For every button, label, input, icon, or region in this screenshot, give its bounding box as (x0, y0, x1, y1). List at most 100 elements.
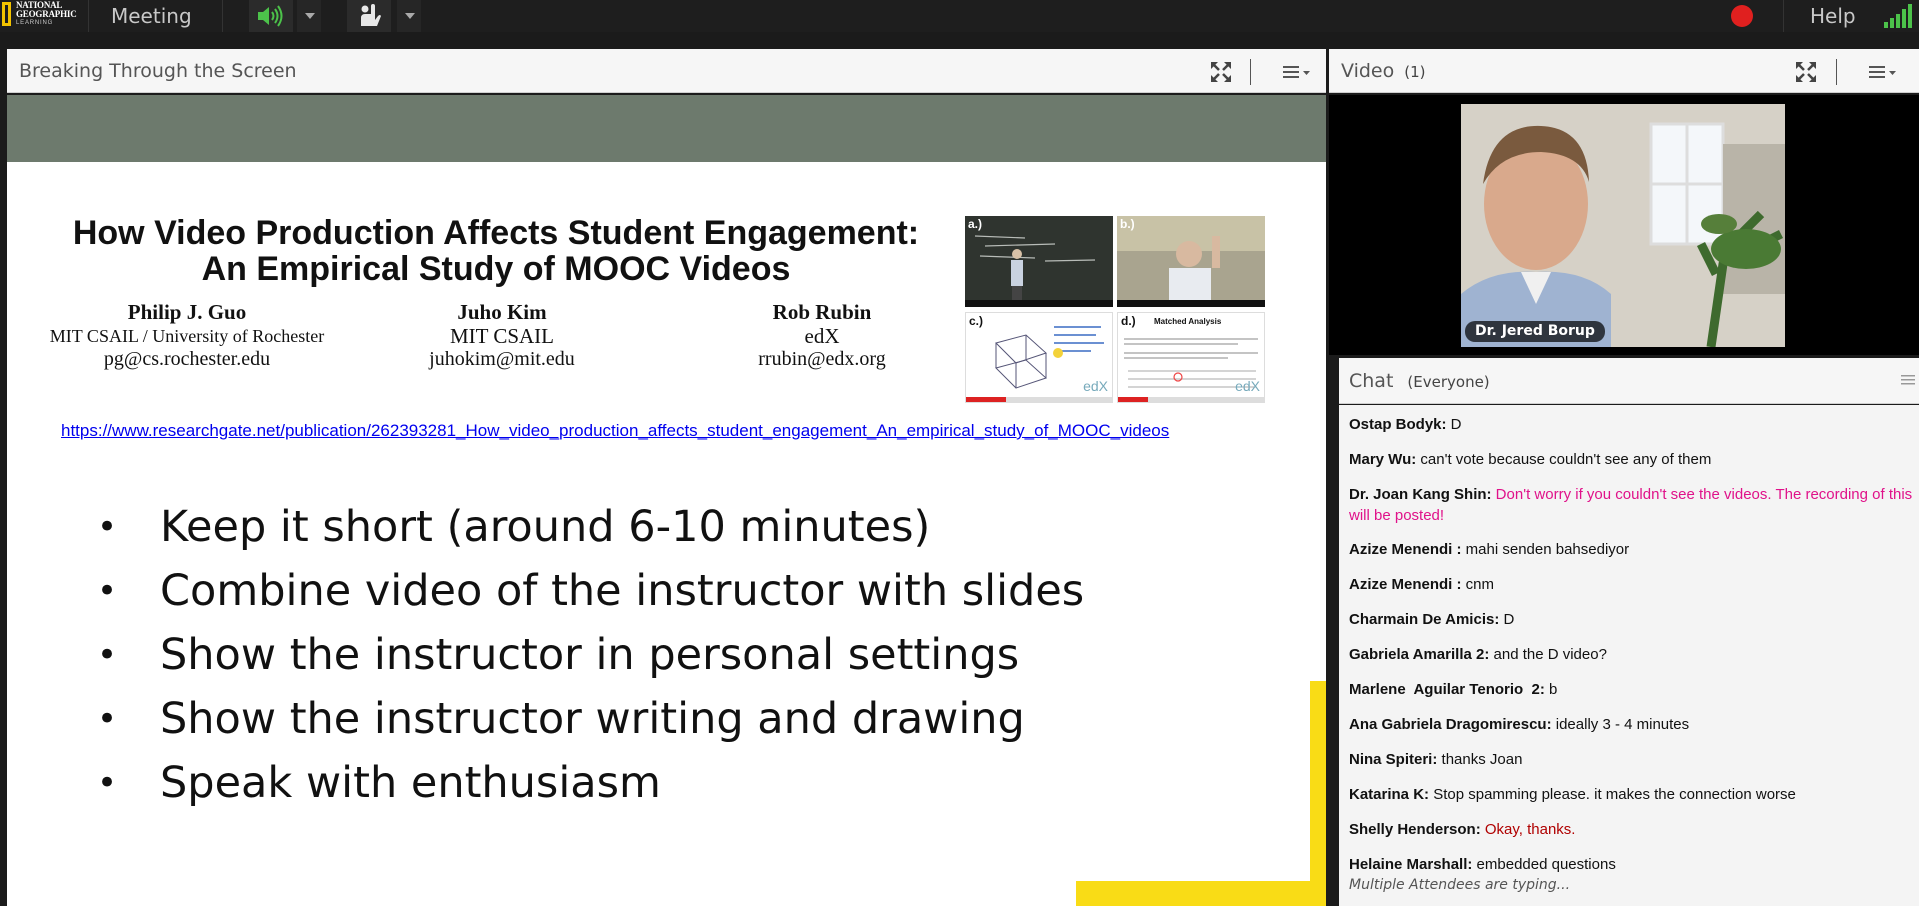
chat-sender: Dr. Joan Kang Shin: (1349, 486, 1492, 503)
meeting-menu[interactable]: Meeting (111, 4, 192, 28)
bullet-item: Show the instructor writing and drawing (97, 687, 1084, 751)
raise-hand-button[interactable] (347, 0, 391, 32)
logo-line-2: GEOGRAPHIC (16, 9, 77, 19)
connection-signal-icon (1884, 4, 1914, 28)
author-affiliation: MIT CSAIL / University of Rochester (49, 326, 325, 346)
chat-sender: Charmain De Amicis: (1349, 611, 1500, 628)
video-count: (1) (1404, 63, 1426, 81)
thumbnail-label: b.) (1120, 217, 1135, 231)
thumbnail-label: c.) (969, 314, 984, 328)
thumbnail-d: d.) Matched Analysis edX (1117, 312, 1265, 403)
chat-pod-title-text: Chat (1349, 370, 1394, 392)
chat-sender: Marlene Aguilar Tenorio 2: (1349, 681, 1545, 698)
paper-title-line-2: An Empirical Study of MOOC Videos (201, 250, 791, 288)
thumbnail-label: a.) (968, 217, 983, 231)
national-geographic-logo: NATIONAL GEOGRAPHIC LEARNING (2, 0, 80, 30)
author-email: juhokim@mit.edu (429, 348, 575, 370)
edx-watermark: edX (1083, 378, 1108, 394)
divider (1783, 0, 1784, 32)
thumbnail-caption: Matched Analysis (1154, 317, 1222, 326)
author-name: Rob Rubin (772, 300, 872, 324)
author-name: Philip J. Guo (127, 300, 247, 324)
chat-message: Azize Menendi : cnm (1349, 574, 1917, 595)
chat-text: ideally 3 - 4 minutes (1551, 716, 1690, 733)
divider (1250, 59, 1251, 85)
help-menu[interactable]: Help (1810, 4, 1856, 28)
chat-sender: Gabriela Amarilla 2: (1349, 646, 1490, 663)
chat-text: D (1446, 416, 1462, 433)
chat-message: Marlene Aguilar Tenorio 2: b (1349, 679, 1917, 700)
author-1: Philip J. Guo MIT CSAIL / University of … (37, 300, 337, 372)
divider (1836, 59, 1837, 85)
pod-options-icon[interactable] (1869, 65, 1897, 79)
author-2: Juho Kim MIT CSAIL juhokim@mit.edu (377, 300, 627, 372)
thumbnail-b: b.) (1117, 216, 1265, 307)
chat-message: Helaine Marshall: embedded questions (1349, 854, 1917, 875)
fullscreen-icon[interactable] (1794, 60, 1818, 84)
chat-message: Katarina K: Stop spamming please. it mak… (1349, 784, 1917, 805)
research-paper-link[interactable]: https://www.researchgate.net/publication… (61, 421, 1271, 441)
speaker-dropdown[interactable] (297, 0, 321, 32)
chat-text: embedded questions (1472, 856, 1616, 873)
presenter-name-label: Dr. Jered Borup (1465, 321, 1605, 342)
chat-message: Mary Wu: can't vote because couldn't see… (1349, 449, 1917, 470)
chat-message: Nina Spiteri: thanks Joan (1349, 749, 1917, 770)
chat-sender: Azize Menendi : (1349, 576, 1462, 593)
chat-text: cnm (1461, 576, 1495, 593)
status-dropdown[interactable] (397, 0, 421, 32)
pod-options-icon[interactable] (1901, 374, 1915, 386)
video-pod-header: Video (1) (1329, 49, 1919, 93)
chat-text: Okay, thanks. (1480, 821, 1576, 838)
thumbnail-a: a.) (965, 216, 1113, 307)
chat-message: Gabriela Amarilla 2: and the D video? (1349, 644, 1917, 665)
video-area: Dr. Jered Borup (1329, 95, 1919, 355)
bullet-list: Keep it short (around 6-10 minutes) Comb… (97, 495, 1084, 815)
bullet-item: Show the instructor in personal settings (97, 623, 1084, 687)
slide-accent-bar (1076, 881, 1326, 906)
share-pod-title: Breaking Through the Screen (19, 60, 297, 82)
bullet-item: Keep it short (around 6-10 minutes) (97, 495, 1084, 559)
chat-sender: Mary Wu: (1349, 451, 1417, 468)
chat-text: and the D video? (1489, 646, 1607, 663)
pod-options-icon[interactable] (1283, 65, 1311, 79)
chat-pod-title: Chat (Everyone) (1349, 370, 1490, 392)
author-affiliation: MIT CSAIL (449, 324, 555, 348)
presenter-webcam[interactable]: Dr. Jered Borup (1461, 104, 1785, 347)
chat-sender: Ostap Bodyk: (1349, 416, 1447, 433)
raise-hand-icon (361, 4, 381, 26)
chat-message: Ana Gabriela Dragomirescu: ideally 3 - 4… (1349, 714, 1917, 735)
chat-audience[interactable]: (Everyone) (1407, 373, 1489, 391)
chat-text: can't vote because couldn't see any of t… (1416, 451, 1712, 468)
fullscreen-icon[interactable] (1209, 60, 1233, 84)
chat-sender: Helaine Marshall: (1349, 856, 1473, 873)
paper-title: How Video Production Affects Student Eng… (51, 215, 941, 287)
edx-watermark: edX (1235, 378, 1260, 394)
menu-bar: NATIONAL GEOGRAPHIC LEARNING Meeting Hel… (0, 0, 1919, 32)
author-3: Rob Rubin edX rrubin@edx.org (697, 300, 947, 372)
chat-message: Shelly Henderson: Okay, thanks. (1349, 819, 1917, 840)
chat-sender: Katarina K: (1349, 786, 1430, 803)
shared-slide: How Video Production Affects Student Eng… (7, 95, 1326, 906)
chat-sender: Azize Menendi : (1349, 541, 1462, 558)
bullet-item: Speak with enthusiasm (97, 751, 1084, 815)
chat-sender: Shelly Henderson: (1349, 821, 1481, 838)
author-affiliation: edX (804, 324, 840, 348)
speaker-icon (258, 5, 283, 27)
chat-text: D (1499, 611, 1515, 628)
slide-accent-bar (1310, 681, 1326, 906)
chat-message: Dr. Joan Kang Shin: Don't worry if you c… (1349, 484, 1917, 526)
chat-message: Azize Menendi : mahi senden bahsediyor (1349, 539, 1917, 560)
divider (88, 0, 89, 32)
typing-indicator: Multiple Attendees are typing... (1349, 877, 1571, 893)
divider (222, 0, 223, 32)
chat-text: mahi senden bahsediyor (1461, 541, 1630, 558)
bullet-item: Combine video of the instructor with sli… (97, 559, 1084, 623)
webcam-image (1461, 104, 1785, 347)
chat-pod-header: Chat (Everyone) (1339, 358, 1919, 404)
author-name: Juho Kim (457, 300, 547, 324)
author-email: rrubin@edx.org (758, 348, 886, 370)
recording-icon[interactable] (1731, 5, 1753, 27)
chat-messages[interactable]: Ostap Bodyk: D Mary Wu: can't vote becau… (1339, 405, 1919, 906)
chat-sender: Ana Gabriela Dragomirescu: (1349, 716, 1552, 733)
speaker-button[interactable] (249, 0, 293, 32)
